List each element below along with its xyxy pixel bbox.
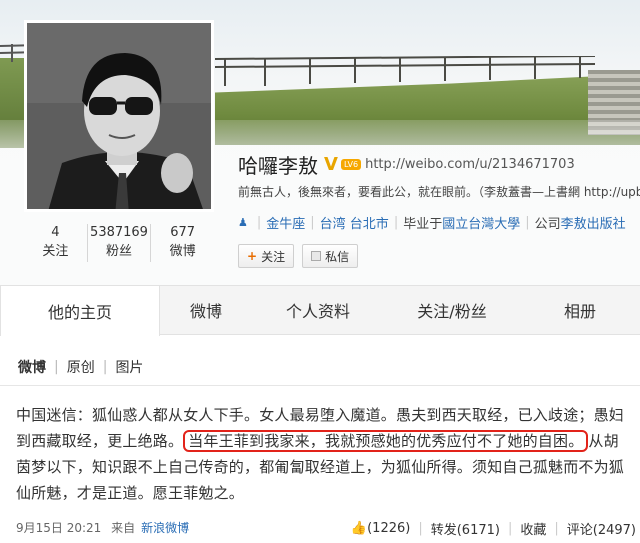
profile-actions: + 关注 私信 — [238, 244, 359, 268]
education-prefix: 毕业于 — [403, 217, 443, 232]
stat-following[interactable]: 4 关注 — [24, 224, 87, 262]
post-highlight: 当年王菲到我家来，我就预感她的优秀应付不了她的自困。 — [183, 430, 589, 452]
filter-original[interactable]: 原创 — [67, 357, 95, 377]
stat-posts[interactable]: 677 微博 — [150, 224, 214, 262]
stat-posts-label: 微博 — [169, 244, 196, 259]
zodiac-link[interactable]: 金牛座 — [266, 213, 305, 232]
post-time[interactable]: 9月15日 20:21 — [16, 521, 101, 535]
stat-following-count: 4 — [51, 225, 60, 240]
like-icon[interactable]: 👍 — [351, 521, 367, 536]
filter-pictures[interactable]: 图片 — [115, 357, 143, 377]
filter-weibo[interactable]: 微博 — [18, 357, 46, 377]
favorite-button[interactable]: 收藏 — [520, 519, 546, 538]
profile-stats: 4 关注 5387169 粉丝 677 微博 — [24, 224, 214, 262]
post-footer: 9月15日 20:21 来自 新浪微博 👍 (1226) | 转发(6171) |… — [16, 519, 636, 538]
avatar[interactable] — [24, 20, 214, 212]
post-source-prefix: 来自 — [111, 521, 136, 535]
profile-bio: 前無古人，後無來者，要看此公，就在眼前。（李敖蓋書—上書網 http://upb… — [238, 185, 640, 199]
feed-filter: 微博 | 原创 | 图片 — [18, 357, 144, 377]
company-link[interactable]: 李敖出版社 — [561, 213, 626, 232]
divider — [0, 385, 640, 386]
school-link[interactable]: 國立台灣大學 — [442, 213, 520, 232]
stat-followers[interactable]: 5387169 粉丝 — [86, 224, 151, 262]
company-prefix: 公司 — [534, 217, 561, 232]
tab-home[interactable]: 他的主页 — [0, 286, 160, 336]
follow-button[interactable]: + 关注 — [238, 244, 295, 268]
tab-album[interactable]: 相册 — [520, 286, 640, 334]
profile-meta: ♟ | 金牛座 | 台湾 台北市 | 毕业于 國立台灣大學 | 公司 李敖出版社 — [238, 213, 626, 232]
profile-tabs: 他的主页 微博 个人资料 关注/粉丝 相册 — [0, 285, 640, 336]
like-count[interactable]: (1226) — [367, 521, 410, 536]
message-icon — [311, 251, 322, 261]
stat-followers-label: 粉丝 — [106, 244, 133, 259]
avatar-photo — [27, 23, 211, 209]
location-link[interactable]: 台湾 台北市 — [320, 213, 389, 232]
verified-icon[interactable]: V — [324, 154, 338, 175]
plus-icon: + — [247, 249, 258, 263]
stat-followers-count: 5387169 — [90, 225, 148, 240]
tab-follow-fans[interactable]: 关注/粉丝 — [384, 286, 520, 334]
tab-profile-info[interactable]: 个人资料 — [252, 286, 384, 334]
comment-button[interactable]: 评论(2497) — [567, 519, 636, 538]
message-label: 私信 — [325, 249, 350, 264]
follow-label: 关注 — [261, 249, 286, 264]
profile-url-link[interactable]: http://weibo.com/u/2134671703 — [365, 157, 575, 172]
tab-weibo[interactable]: 微博 — [160, 286, 252, 334]
profile-name-row: 哈囉李敖 V LV6 http://weibo.com/u/2134671703 — [238, 150, 575, 179]
post-source-link[interactable]: 新浪微博 — [141, 521, 189, 535]
repost-button[interactable]: 转发(6171) — [431, 519, 500, 538]
post-text: 中国迷信：狐仙惑人都从女人下手。女人最易堕入魔道。愚夫到西天取经，已入歧途；愚妇… — [16, 402, 630, 506]
level-badge[interactable]: LV6 — [340, 159, 362, 170]
stat-following-label: 关注 — [42, 244, 69, 259]
profile-name: 哈囉李敖 — [238, 154, 318, 178]
banner-fence — [215, 56, 595, 86]
person-icon: ♟ — [238, 216, 248, 229]
message-button[interactable]: 私信 — [302, 244, 359, 268]
stat-posts-count: 677 — [170, 225, 196, 240]
